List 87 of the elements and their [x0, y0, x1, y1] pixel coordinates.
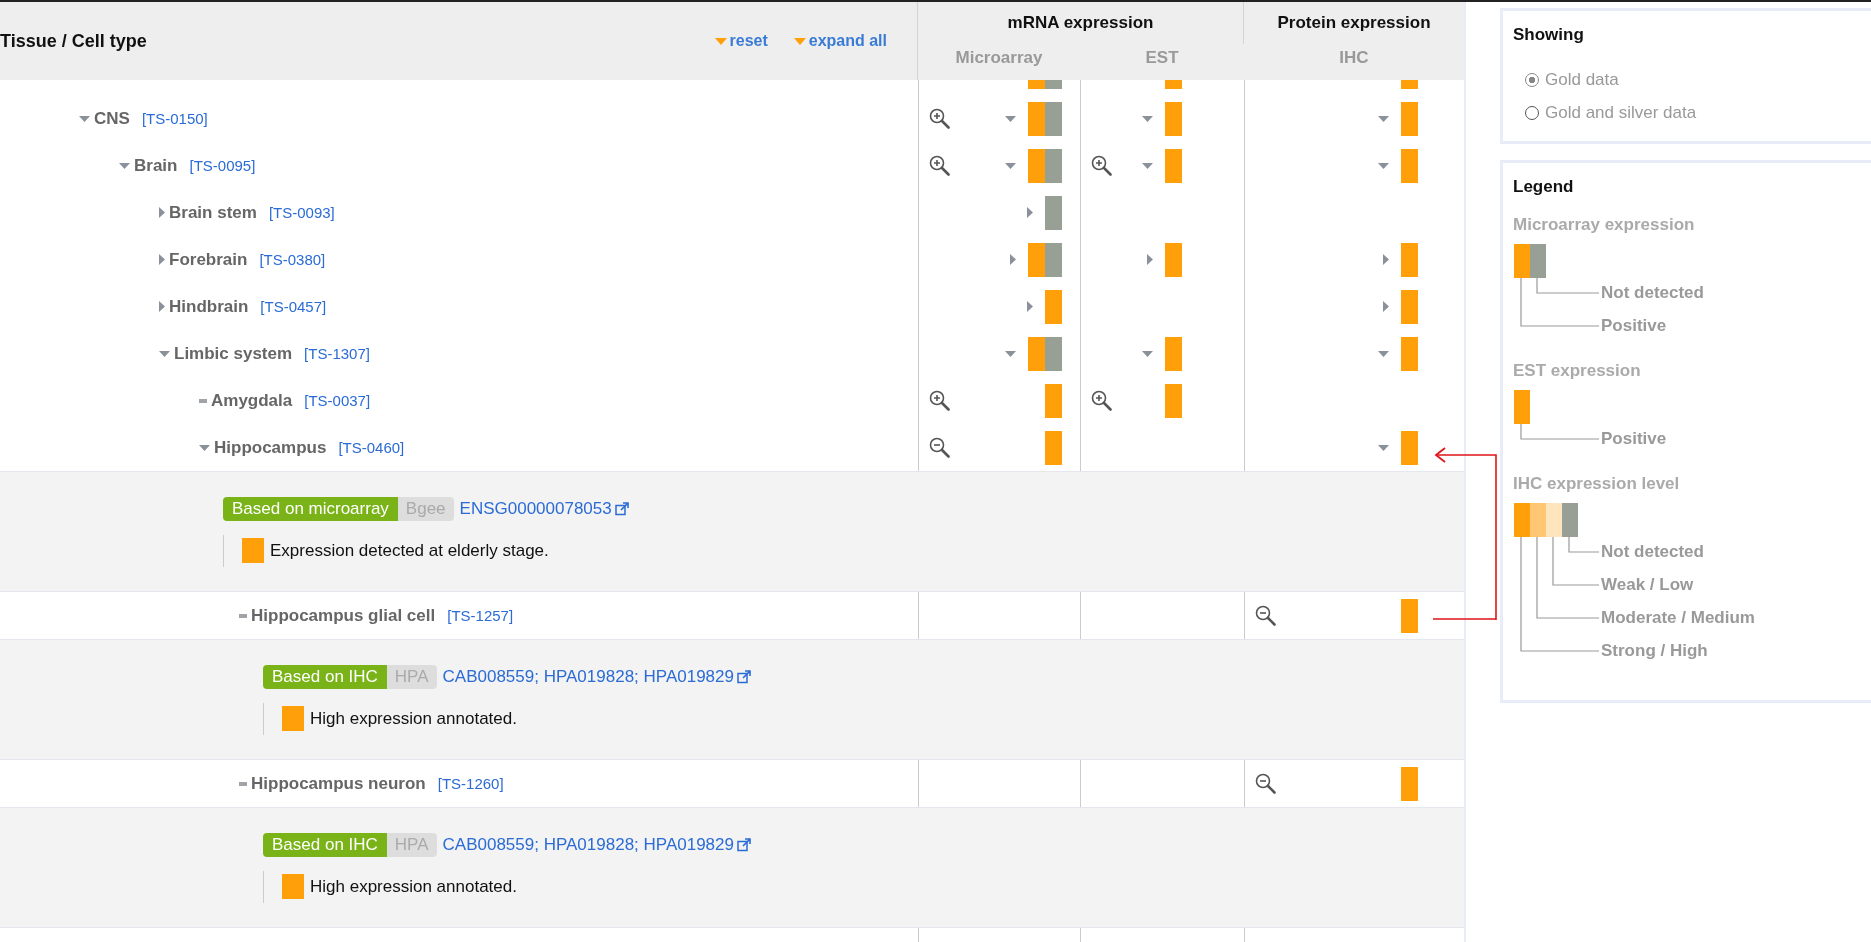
- tissue-code-link[interactable]: [TS-0460]: [338, 439, 405, 456]
- column-header: IHC: [1338, 47, 1370, 69]
- legend-label: Not detected: [1601, 282, 1705, 304]
- tissue-code-link[interactable]: [TS-1307]: [304, 345, 370, 362]
- tissue-code-link[interactable]: [TS-0380]: [259, 251, 326, 268]
- caret-right-icon[interactable]: [159, 254, 165, 265]
- legend-heading: IHC expression level: [1513, 474, 1681, 494]
- tissue-name[interactable]: Limbic system: [174, 343, 293, 364]
- panel-title: Legend: [1513, 177, 1575, 197]
- legend-heading: EST expression: [1513, 361, 1642, 381]
- caret-down-icon[interactable]: [79, 115, 90, 122]
- zoom-in-icon[interactable]: [1091, 390, 1112, 411]
- caret-down-icon: [714, 37, 727, 45]
- tissue-name[interactable]: Forebrain: [169, 249, 248, 270]
- tissue-code-link[interactable]: [TS-0037]: [304, 392, 371, 409]
- caret-down-icon[interactable]: [1005, 115, 1016, 122]
- column-header: Microarray: [954, 47, 1044, 69]
- method-badge: Based on microarray: [223, 496, 398, 521]
- legend-label: Weak / Low: [1601, 574, 1695, 596]
- caret-right-icon[interactable]: [1027, 301, 1033, 312]
- evidence-note: Expression detected at elderly stage.: [270, 540, 549, 561]
- tissue-name[interactable]: Brain: [134, 155, 178, 176]
- caret-down-icon[interactable]: [1378, 444, 1389, 451]
- caret-down-icon[interactable]: [1005, 162, 1016, 169]
- tissue-code-link[interactable]: [TS-1257]: [447, 607, 514, 624]
- caret-down-icon: [793, 37, 806, 45]
- zoom-in-icon[interactable]: [929, 108, 950, 129]
- external-link-icon[interactable]: [614, 501, 629, 516]
- legend-label: Not detected: [1601, 541, 1705, 563]
- caret-down-icon[interactable]: [1005, 350, 1016, 357]
- zoom-in-icon[interactable]: [929, 390, 950, 411]
- column-header: EST: [1144, 47, 1180, 69]
- zoom-out-icon[interactable]: [1255, 773, 1276, 794]
- caret-down-icon[interactable]: [1378, 350, 1389, 357]
- tissue-name[interactable]: Hippocampus: [214, 437, 327, 458]
- caret-down-icon[interactable]: [1142, 162, 1153, 169]
- action-link[interactable]: reset: [714, 32, 768, 50]
- evidence-note: High expression annotated.: [310, 708, 517, 729]
- zoom-out-icon[interactable]: [929, 437, 950, 458]
- tissue-code-link[interactable]: [TS-0093]: [268, 204, 335, 221]
- accession-link[interactable]: ENSG00000078053: [459, 498, 612, 519]
- caret-down-icon[interactable]: [159, 350, 170, 357]
- panel-title: Showing: [1513, 25, 1585, 45]
- caret-right-icon[interactable]: [159, 301, 165, 312]
- radio-option[interactable]: Gold and silver data: [1525, 96, 1861, 129]
- tissue-name[interactable]: Hippocampus glial cell: [251, 605, 436, 626]
- evidence-note: High expression annotated.: [310, 876, 517, 897]
- caret-right-icon[interactable]: [1383, 301, 1389, 312]
- legend-label: Positive: [1601, 428, 1668, 450]
- tissue-name[interactable]: Brain stem: [169, 202, 257, 223]
- method-badge: Based on IHC: [263, 832, 387, 857]
- zoom-in-icon[interactable]: [929, 155, 950, 176]
- caret-down-icon[interactable]: [1378, 115, 1389, 122]
- caret-down-icon[interactable]: [199, 444, 210, 451]
- tissue-code-link[interactable]: [TS-0095]: [189, 157, 256, 174]
- zoom-in-icon[interactable]: [1091, 155, 1112, 176]
- action-link[interactable]: expand all: [793, 32, 887, 50]
- legend-label: Strong / High: [1601, 640, 1709, 662]
- zoom-out-icon[interactable]: [1255, 605, 1276, 626]
- tissue-name[interactable]: Hindbrain: [169, 296, 249, 317]
- caret-down-icon[interactable]: [1142, 115, 1153, 122]
- tissue-name[interactable]: Hippocampus neuron: [251, 773, 426, 794]
- tissue-name[interactable]: Amygdala: [211, 390, 293, 411]
- radio-option[interactable]: Gold data: [1525, 63, 1861, 96]
- caret-right-icon[interactable]: [159, 207, 165, 218]
- column-title: Tissue / Cell type: [0, 30, 147, 52]
- caret-down-icon[interactable]: [1142, 350, 1153, 357]
- caret-right-icon[interactable]: [1147, 254, 1153, 265]
- caret-down-icon[interactable]: [1378, 162, 1389, 169]
- tissue-code-link[interactable]: [TS-0457]: [260, 298, 327, 315]
- legend-label: Moderate / Medium: [1601, 607, 1756, 629]
- method-badge: Based on IHC: [263, 664, 387, 689]
- caret-down-icon[interactable]: [119, 162, 130, 169]
- accession-link[interactable]: CAB008559; HPA019828; HPA019829: [442, 666, 734, 687]
- caret-right-icon[interactable]: [1010, 254, 1016, 265]
- legend-label: Positive: [1601, 315, 1668, 337]
- accession-link[interactable]: CAB008559; HPA019828; HPA019829: [442, 834, 734, 855]
- external-link-icon[interactable]: [736, 669, 751, 684]
- caret-right-icon[interactable]: [1383, 254, 1389, 265]
- legend-heading: Microarray expression: [1513, 215, 1696, 235]
- caret-right-icon[interactable]: [1027, 207, 1033, 218]
- external-link-icon[interactable]: [736, 837, 751, 852]
- tissue-name[interactable]: CNS: [94, 108, 130, 129]
- column-group-header: Protein expression: [1276, 12, 1432, 34]
- column-group-header: mRNA expression: [918, 2, 1244, 44]
- tissue-code-link[interactable]: [TS-1260]: [437, 775, 504, 792]
- tissue-code-link[interactable]: [TS-0150]: [141, 110, 208, 127]
